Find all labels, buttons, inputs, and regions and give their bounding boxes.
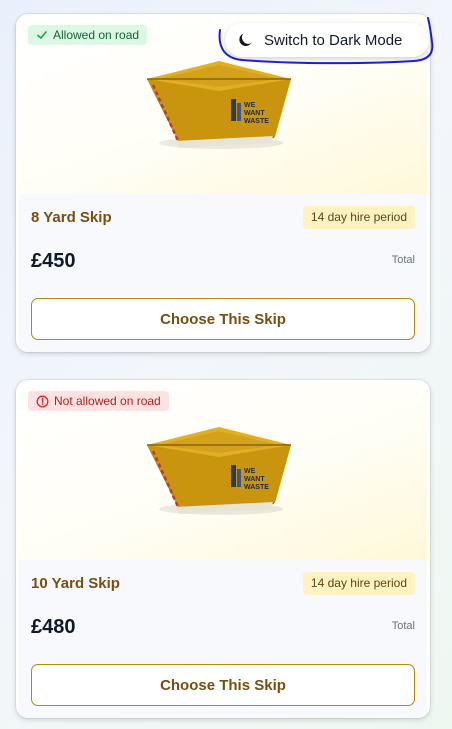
price-note: Total: [391, 620, 415, 632]
dark-mode-toggle[interactable]: Switch to Dark Mode: [225, 23, 429, 57]
skip-details: 10 Yard Skip 14 day hire period £480 Tot…: [19, 560, 427, 718]
skip-image-area: Not allowed on road WE WANT WASTE: [19, 383, 427, 560]
skip-image: WE WANT WASTE: [147, 61, 291, 149]
dark-mode-toggle-label: Switch to Dark Mode: [264, 31, 403, 49]
choose-skip-button[interactable]: Choose This Skip: [31, 298, 415, 340]
skip-logo-line-2: WANT: [244, 476, 265, 483]
road-status-badge: Allowed on road: [28, 25, 148, 45]
skip-logo-line-1: WE: [244, 102, 256, 109]
skip-title: 10 Yard Skip: [31, 575, 120, 592]
skip-details: 8 Yard Skip 14 day hire period £450 Tota…: [19, 194, 427, 352]
choose-skip-button[interactable]: Choose This Skip: [31, 664, 415, 706]
skip-logo-line-1: WE: [244, 468, 256, 475]
skip-logo-line-3: WASTE: [244, 118, 269, 125]
skip-card: Not allowed on road WE WANT WASTE 10 Yar…: [16, 380, 430, 718]
skip-title: 8 Yard Skip: [31, 209, 112, 226]
hire-period-badge: 14 day hire period: [302, 206, 415, 229]
moon-icon: [239, 33, 252, 47]
hire-period-badge: 14 day hire period: [302, 572, 415, 595]
check-icon: [37, 31, 47, 39]
road-status-label: Not allowed on road: [54, 394, 161, 408]
skip-price: £450: [31, 250, 76, 272]
skip-image: WE WANT WASTE: [147, 427, 291, 515]
road-status-label: Allowed on road: [53, 28, 140, 42]
skip-logo-line-2: WANT: [244, 110, 265, 117]
road-status-badge: Not allowed on road: [28, 391, 169, 411]
skip-logo-line-3: WASTE: [244, 484, 269, 491]
price-note: Total: [391, 254, 415, 266]
skip-card: Allowed on road WE WANT WASTE 8 Yard Ski…: [16, 14, 430, 352]
skip-price: £480: [31, 616, 76, 638]
alert-circle-icon: [36, 395, 49, 407]
